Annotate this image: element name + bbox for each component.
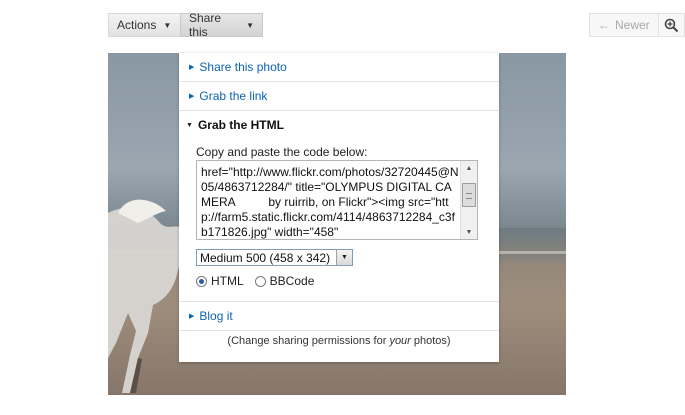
share-this-photo-link[interactable]: ▶ Share this photo (179, 53, 499, 81)
format-html-label: HTML (211, 274, 244, 288)
format-radio-group: HTML BBCode (196, 273, 325, 289)
grab-the-html-label: Grab the HTML (197, 118, 284, 132)
footer-prefix: (Change sharing permissions for (227, 335, 390, 347)
share-this-photo-label: Share this photo (199, 60, 287, 74)
size-selected-value: Medium 500 (458 x 342) (200, 250, 331, 265)
actions-label: Actions (117, 18, 157, 32)
blog-it-link[interactable]: ▶ Blog it (179, 302, 499, 330)
format-radio-bbcode[interactable]: BBCode (254, 274, 315, 288)
triangle-down-icon: ▼ (186, 121, 193, 129)
sharing-permissions-note[interactable]: (Change sharing permissions for your pho… (179, 335, 499, 347)
html-code-textarea[interactable]: href="http://www.flickr.com/photos/32720… (196, 160, 478, 240)
caret-down-icon: ▼ (163, 20, 172, 30)
triangle-right-icon: ▶ (189, 313, 195, 320)
radio-button-unchecked[interactable] (254, 275, 266, 287)
scroll-up-icon[interactable]: ▲ (461, 161, 477, 175)
newer-label: Newer (615, 18, 650, 32)
grab-the-link-label: Grab the link (199, 89, 268, 103)
footer-suffix: photos) (410, 335, 451, 347)
triangle-right-icon: ▶ (189, 64, 195, 71)
dropdown-arrow-icon[interactable]: ▼ (336, 250, 352, 265)
zoom-button[interactable] (658, 13, 685, 37)
caret-down-icon: ▼ (246, 20, 254, 30)
size-select[interactable]: Medium 500 (458 x 342) ▼ (196, 249, 353, 266)
html-code-text[interactable]: href="http://www.flickr.com/photos/32720… (201, 165, 459, 239)
share-this-menu-button[interactable]: Share this ▼ (180, 11, 263, 39)
format-bbcode-label: BBCode (269, 274, 315, 288)
grab-the-link-link[interactable]: ▶ Grab the link (179, 82, 499, 110)
footer-emphasis: your (389, 335, 411, 347)
blog-it-label: Blog it (199, 309, 233, 323)
format-radio-html[interactable]: HTML (196, 274, 244, 288)
newer-button[interactable]: ← Newer (589, 13, 659, 37)
share-this-label: Share this (189, 11, 222, 39)
grab-the-html-header[interactable]: ▼ Grab the HTML (179, 111, 499, 139)
magnifier-plus-icon (664, 18, 679, 32)
scroll-down-icon[interactable]: ▼ (461, 225, 477, 239)
share-panel: ▶ Share this photo ▶ Grab the link ▼ Gra… (179, 53, 499, 362)
scroll-thumb[interactable] (462, 183, 476, 207)
left-arrow-icon: ← (598, 18, 610, 32)
radio-button-checked[interactable] (196, 275, 207, 287)
divider (179, 330, 499, 331)
triangle-right-icon: ▶ (189, 93, 195, 100)
code-scrollbar[interactable]: ▲ ▼ (460, 161, 477, 239)
actions-menu-button[interactable]: Actions ▼ (108, 13, 181, 37)
horse-figure (108, 199, 184, 393)
copy-instructions: Copy and paste the code below: (196, 145, 368, 159)
